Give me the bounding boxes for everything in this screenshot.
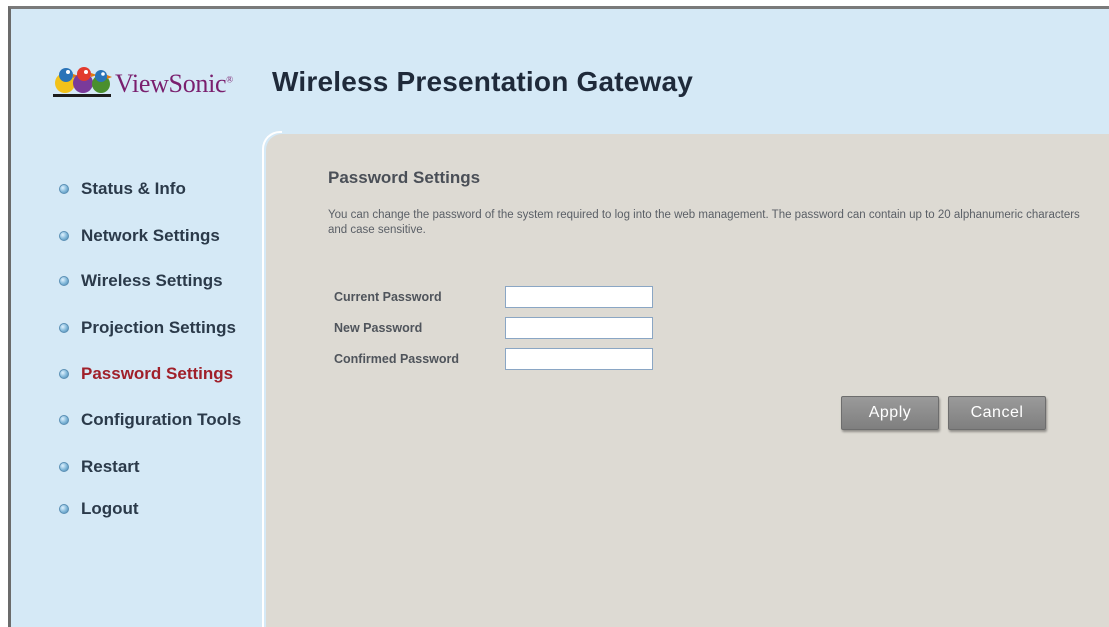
sidebar-item-label: Configuration Tools xyxy=(81,410,242,429)
confirmed-password-row: Confirmed Password xyxy=(334,347,653,371)
current-password-label: Current Password xyxy=(334,290,442,304)
sidebar-nav: Status & Info Network Settings Wireless … xyxy=(11,137,266,627)
current-password-row: Current Password xyxy=(334,285,653,309)
logo-wordmark: ViewSonic xyxy=(115,69,227,98)
sidebar-item-label: Status & Info xyxy=(81,179,186,198)
sidebar-item-label: Projection Settings xyxy=(81,318,236,337)
header: ViewSonic® Wireless Presentation Gateway xyxy=(11,9,1109,137)
sidebar-item-configuration-tools[interactable]: Configuration Tools xyxy=(59,408,241,432)
sidebar-item-restart[interactable]: Restart xyxy=(59,455,140,479)
sidebar-item-projection-settings[interactable]: Projection Settings xyxy=(59,316,236,340)
sidebar-item-wireless-settings[interactable]: Wireless Settings xyxy=(59,269,223,293)
viewsonic-logo: ViewSonic® xyxy=(51,61,266,101)
cancel-button[interactable]: Cancel xyxy=(948,396,1046,430)
bullet-icon xyxy=(59,369,69,379)
confirmed-password-label: Confirmed Password xyxy=(334,352,460,366)
sidebar-item-password-settings[interactable]: Password Settings xyxy=(59,362,233,386)
sidebar-item-label: Wireless Settings xyxy=(81,271,223,290)
bullet-icon xyxy=(59,415,69,425)
sidebar-item-label: Network Settings xyxy=(81,226,220,245)
sidebar-item-status-info[interactable]: Status & Info xyxy=(59,177,186,201)
registered-mark: ® xyxy=(226,74,233,85)
sidebar-item-label: Logout xyxy=(81,499,139,518)
bullet-icon xyxy=(59,504,69,514)
apply-button[interactable]: Apply xyxy=(841,396,939,430)
current-password-field[interactable] xyxy=(505,286,653,308)
sidebar-item-label: Password Settings xyxy=(81,364,234,383)
app-window: ViewSonic® Wireless Presentation Gateway… xyxy=(8,6,1109,627)
bullet-icon xyxy=(59,184,69,194)
new-password-field[interactable] xyxy=(505,317,653,339)
bullet-icon xyxy=(59,462,69,472)
content-panel: Password Settings You can change the pas… xyxy=(266,134,1109,627)
sidebar-item-label: Restart xyxy=(81,457,140,476)
section-description: You can change the password of the syste… xyxy=(328,209,1080,236)
logo-text: ViewSonic® xyxy=(115,69,233,99)
bullet-icon xyxy=(59,231,69,241)
sidebar-item-network-settings[interactable]: Network Settings xyxy=(59,224,220,248)
new-password-label: New Password xyxy=(334,321,423,335)
new-password-row: New Password xyxy=(334,316,653,340)
page-title: Wireless Presentation Gateway xyxy=(272,66,694,97)
section-title: Password Settings xyxy=(328,168,481,187)
confirmed-password-field[interactable] xyxy=(505,348,653,370)
bullet-icon xyxy=(59,276,69,286)
birds-logo-icon xyxy=(53,67,112,97)
sidebar-item-logout[interactable]: Logout xyxy=(59,497,139,521)
bullet-icon xyxy=(59,323,69,333)
